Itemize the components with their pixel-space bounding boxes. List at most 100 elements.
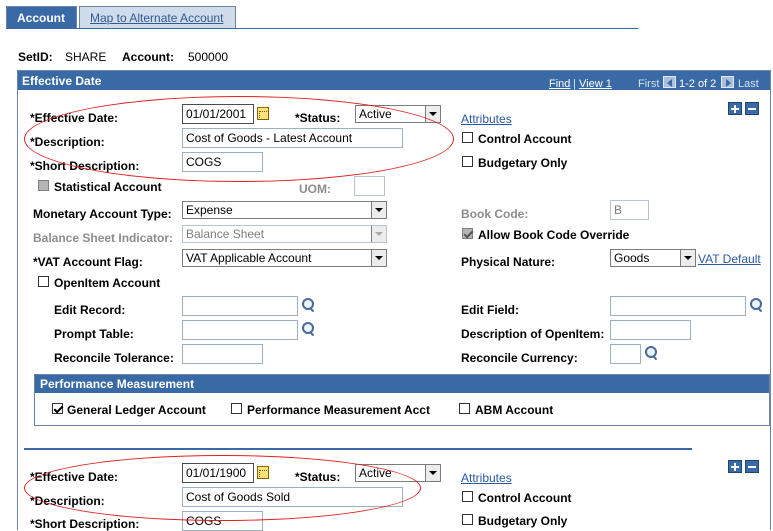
status-value-2: Active bbox=[359, 466, 392, 480]
previous-arrow-icon[interactable] bbox=[663, 76, 676, 88]
add-row-icon-2[interactable] bbox=[728, 460, 742, 473]
short-description-input-2[interactable]: COGS bbox=[182, 511, 263, 531]
description-label-2: *Description: bbox=[30, 494, 105, 508]
performance-measurement-acct-label: Performance Measurement Acct bbox=[247, 403, 430, 417]
chevron-down-icon bbox=[371, 226, 386, 242]
edit-field-label: Edit Field: bbox=[461, 303, 519, 317]
description-input-2[interactable]: Cost of Goods Sold bbox=[182, 487, 403, 507]
first-label: First bbox=[638, 78, 660, 90]
balance-sheet-indicator-value: Balance Sheet bbox=[186, 227, 265, 241]
general-ledger-account-checkbox[interactable] bbox=[52, 403, 63, 414]
reconcile-currency-label: Reconcile Currency: bbox=[461, 351, 578, 365]
attributes-link-2[interactable]: Attributes bbox=[461, 471, 512, 485]
calendar-icon[interactable] bbox=[257, 107, 269, 120]
prompt-table-input[interactable] bbox=[182, 320, 298, 340]
short-description-label: *Short Description: bbox=[30, 159, 140, 173]
delete-row-icon[interactable] bbox=[745, 102, 759, 115]
panel-header: Effective Date Find | View 1 First 1-2 o… bbox=[18, 71, 770, 90]
chevron-down-icon bbox=[371, 250, 386, 266]
find-link[interactable]: Find bbox=[549, 78, 570, 90]
add-row-icon[interactable] bbox=[728, 102, 742, 115]
reconcile-tolerance-label: Reconcile Tolerance: bbox=[54, 351, 174, 365]
view-all-link[interactable]: View 1 bbox=[579, 78, 612, 90]
uom-label: UOM: bbox=[299, 182, 331, 196]
delete-row-icon-2[interactable] bbox=[745, 460, 759, 473]
attributes-link[interactable]: Attributes bbox=[461, 112, 512, 126]
performance-measurement-header: Performance Measurement bbox=[35, 375, 769, 393]
monetary-account-type-value: Expense bbox=[186, 203, 233, 217]
balance-sheet-indicator-select[interactable]: Balance Sheet bbox=[182, 225, 387, 243]
control-account-label-2: Control Account bbox=[478, 491, 572, 505]
performance-measurement-box: Performance Measurement bbox=[34, 374, 770, 426]
status-select-2[interactable]: Active bbox=[355, 464, 441, 482]
budgetary-only-label-2: Budgetary Only bbox=[478, 514, 568, 528]
short-description-label-2: *Short Description: bbox=[30, 517, 140, 531]
row-position: 1-2 of 2 bbox=[679, 78, 717, 90]
short-description-input[interactable]: COGS bbox=[182, 152, 263, 172]
abm-account-label: ABM Account bbox=[475, 403, 554, 417]
edit-field-input[interactable] bbox=[610, 296, 746, 316]
edit-record-label: Edit Record: bbox=[54, 303, 126, 317]
budgetary-only-checkbox-2[interactable] bbox=[462, 514, 473, 525]
tab-map-to-alternate-account[interactable]: Map to Alternate Account bbox=[79, 6, 236, 28]
chevron-down-icon bbox=[425, 106, 440, 122]
setid-label: SetID: bbox=[18, 50, 53, 64]
panel-title: Effective Date bbox=[22, 74, 102, 88]
monetary-account-type-label: Monetary Account Type: bbox=[33, 207, 172, 221]
edit-field-search-icon[interactable] bbox=[749, 298, 763, 312]
vat-account-flag-select[interactable]: VAT Applicable Account bbox=[182, 249, 387, 267]
edit-record-search-icon[interactable] bbox=[301, 298, 315, 312]
status-label-2: *Status: bbox=[295, 470, 341, 484]
physical-nature-value: Goods bbox=[614, 251, 650, 265]
budgetary-only-label: Budgetary Only bbox=[478, 156, 568, 170]
calendar-icon-2[interactable] bbox=[257, 466, 269, 479]
account-value: 500000 bbox=[188, 50, 229, 64]
vat-account-flag-label: *VAT Account Flag: bbox=[33, 255, 143, 269]
uom-input[interactable] bbox=[354, 176, 385, 196]
control-account-checkbox-2[interactable] bbox=[462, 491, 473, 502]
effective-date-label-2: *Effective Date: bbox=[30, 470, 119, 484]
edit-record-input[interactable] bbox=[182, 296, 298, 316]
tab-account[interactable]: Account bbox=[6, 6, 77, 28]
monetary-account-type-select[interactable]: Expense bbox=[182, 201, 387, 219]
general-ledger-account-label: General Ledger Account bbox=[67, 403, 206, 417]
chevron-down-icon bbox=[425, 465, 440, 481]
status-select[interactable]: Active bbox=[355, 105, 441, 123]
reconcile-currency-search-icon[interactable] bbox=[644, 346, 658, 360]
statistical-account-label: Statistical Account bbox=[54, 180, 162, 194]
nav-separator: | bbox=[573, 78, 576, 90]
chevron-down-icon bbox=[371, 202, 386, 218]
budgetary-only-checkbox[interactable] bbox=[462, 156, 473, 167]
book-code-input[interactable]: B bbox=[610, 200, 649, 220]
performance-measurement-title: Performance Measurement bbox=[40, 377, 195, 391]
description-input[interactable]: Cost of Goods - Latest Account bbox=[182, 128, 403, 148]
next-arrow-icon[interactable] bbox=[721, 76, 734, 88]
book-code-label: Book Code: bbox=[461, 207, 529, 221]
balance-sheet-indicator-label: Balance Sheet Indicator: bbox=[33, 231, 174, 245]
openitem-account-checkbox[interactable] bbox=[38, 276, 49, 287]
reconcile-currency-input[interactable] bbox=[610, 344, 641, 364]
description-of-openitem-label: Description of OpenItem: bbox=[461, 327, 605, 341]
allow-book-code-override-label: Allow Book Code Override bbox=[478, 228, 630, 242]
prompt-table-label: Prompt Table: bbox=[54, 327, 134, 341]
physical-nature-select[interactable]: Goods bbox=[610, 249, 696, 267]
statistical-account-checkbox[interactable] bbox=[38, 180, 49, 191]
reconcile-tolerance-input[interactable] bbox=[182, 344, 263, 364]
physical-nature-label: Physical Nature: bbox=[461, 255, 556, 269]
performance-measurement-acct-checkbox[interactable] bbox=[231, 403, 242, 414]
effective-date-input[interactable]: 01/01/2001 bbox=[182, 104, 254, 124]
allow-book-code-override-checkbox[interactable] bbox=[462, 228, 473, 239]
description-label: *Description: bbox=[30, 135, 105, 149]
tab-underline bbox=[6, 28, 638, 29]
control-account-label: Control Account bbox=[478, 132, 572, 146]
account-label: Account: bbox=[122, 50, 174, 64]
vat-account-flag-value: VAT Applicable Account bbox=[186, 251, 312, 265]
prompt-table-search-icon[interactable] bbox=[301, 322, 315, 336]
last-label: Last bbox=[738, 78, 759, 90]
vat-default-link[interactable]: VAT Default bbox=[698, 252, 761, 266]
control-account-checkbox[interactable] bbox=[462, 132, 473, 143]
description-of-openitem-input[interactable] bbox=[610, 320, 691, 340]
abm-account-checkbox[interactable] bbox=[459, 403, 470, 414]
effective-date-input-2[interactable]: 01/01/1900 bbox=[182, 463, 254, 483]
status-value: Active bbox=[359, 107, 392, 121]
